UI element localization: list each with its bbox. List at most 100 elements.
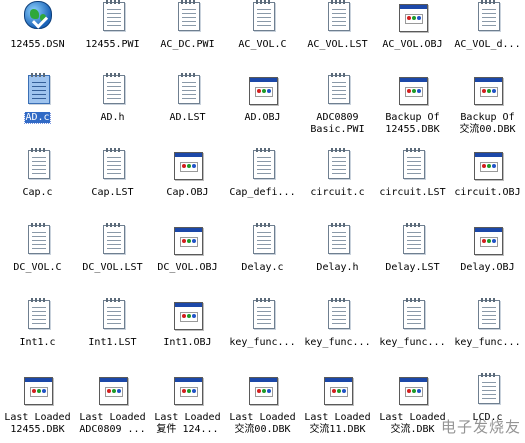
file-name-label: AD.h (100, 112, 125, 123)
file-item[interactable]: AD.h (75, 73, 150, 143)
file-name-label: key_func... (379, 337, 446, 348)
file-item[interactable]: Cap_defi... (225, 148, 300, 218)
file-name-label: Backup Of 12455.DBK (385, 112, 440, 135)
file-item[interactable]: AC_VOL.C (225, 0, 300, 70)
file-item[interactable]: Delay.h (300, 223, 375, 293)
file-name-label: DC_VOL.C (13, 262, 62, 273)
file-item[interactable]: Int1.c (0, 298, 75, 368)
file-name-label: AD.c (24, 112, 51, 124)
file-icon-grid: 12455.DSN 12455.PWI AC_DC.PWI AC_VOL.C AC_VO… (0, 0, 525, 439)
file-item[interactable]: Delay.OBJ (450, 223, 525, 293)
file-item[interactable]: DC_VOL.C (0, 223, 75, 293)
notepad-file-icon (22, 298, 54, 332)
file-name-label: Last Loaded 复件 124... (154, 412, 221, 435)
notepad-file-icon (172, 73, 204, 107)
obj-file-icon (172, 373, 204, 407)
file-name-label: 12455.PWI (85, 39, 140, 50)
file-item[interactable]: key_func... (300, 298, 375, 368)
notepad-file-icon (247, 223, 279, 257)
obj-file-icon (472, 148, 504, 182)
file-name-label: Delay.OBJ (460, 262, 515, 273)
file-item[interactable]: Last Loaded 交流00.DBK (225, 373, 300, 443)
obj-file-icon (247, 373, 279, 407)
notepad-file-icon (472, 0, 504, 34)
file-name-label: AD.OBJ (244, 112, 281, 123)
file-item[interactable]: DC_VOL.LST (75, 223, 150, 293)
obj-file-icon (397, 373, 429, 407)
obj-file-icon (472, 73, 504, 107)
notepad-file-icon (322, 73, 354, 107)
file-name-label: AC_VOL_d... (454, 39, 521, 50)
notepad-file-icon (22, 73, 54, 107)
file-item[interactable]: Cap.c (0, 148, 75, 218)
file-item[interactable]: Delay.LST (375, 223, 450, 293)
file-name-label: Last Loaded ADC0809 ... (79, 412, 146, 435)
file-item[interactable]: Last Loaded 复件 124... (150, 373, 225, 443)
file-item[interactable]: Last Loaded ADC0809 ... (75, 373, 150, 443)
file-name-label: Cap.c (22, 187, 53, 198)
file-item[interactable]: key_func... (225, 298, 300, 368)
file-name-label: Backup Of 交流00.DBK (459, 112, 516, 135)
file-item[interactable]: AC_DC.PWI (150, 0, 225, 70)
file-item[interactable]: key_func... (450, 298, 525, 368)
file-item[interactable]: circuit.OBJ (450, 148, 525, 218)
notepad-file-icon (472, 373, 504, 407)
file-item[interactable]: Int1.OBJ (150, 298, 225, 368)
file-item[interactable]: AD.c (0, 73, 75, 143)
file-item[interactable]: LCD.c (450, 373, 525, 443)
file-item[interactable]: AC_VOL.LST (300, 0, 375, 70)
file-item[interactable]: Backup Of 12455.DBK (375, 73, 450, 143)
file-item[interactable]: Last Loaded 交流.DBK (375, 373, 450, 443)
file-item[interactable]: 12455.DSN (0, 0, 75, 70)
file-name-label: Last Loaded 交流00.DBK (229, 412, 296, 435)
file-item[interactable]: circuit.c (300, 148, 375, 218)
obj-file-icon (397, 73, 429, 107)
file-name-label: Cap_defi... (229, 187, 296, 198)
file-name-label: Last Loaded 交流.DBK (379, 412, 446, 435)
notepad-file-icon (97, 298, 129, 332)
file-name-label: circuit.OBJ (454, 187, 521, 198)
file-name-label: DC_VOL.LST (82, 262, 143, 273)
file-item[interactable]: Backup Of 交流00.DBK (450, 73, 525, 143)
notepad-file-icon (247, 148, 279, 182)
file-name-label: ADC0809 Basic.PWI (310, 112, 365, 135)
notepad-file-icon (397, 298, 429, 332)
notepad-file-icon (97, 73, 129, 107)
file-name-label: DC_VOL.OBJ (157, 262, 218, 273)
file-item[interactable]: AC_VOL_d... (450, 0, 525, 70)
file-item[interactable]: Last Loaded 12455.DBK (0, 373, 75, 443)
file-item[interactable]: Int1.LST (75, 298, 150, 368)
obj-file-icon (172, 148, 204, 182)
file-name-label: Delay.c (241, 262, 284, 273)
file-item[interactable]: AD.LST (150, 73, 225, 143)
notepad-file-icon (322, 148, 354, 182)
dsn-file-icon (22, 0, 54, 34)
file-item[interactable]: AC_VOL.OBJ (375, 0, 450, 70)
file-name-label: Last Loaded 12455.DBK (4, 412, 71, 435)
file-name-label: key_func... (454, 337, 521, 348)
file-name-label: Cap.LST (91, 187, 134, 198)
file-item[interactable]: Cap.LST (75, 148, 150, 218)
notepad-file-icon (322, 298, 354, 332)
notepad-file-icon (472, 298, 504, 332)
file-name-label: AC_DC.PWI (160, 39, 215, 50)
notepad-file-icon (247, 0, 279, 34)
file-name-label: Int1.OBJ (163, 337, 212, 348)
file-item[interactable]: key_func... (375, 298, 450, 368)
file-item[interactable]: Delay.c (225, 223, 300, 293)
file-name-label: circuit.LST (379, 187, 446, 198)
file-item[interactable]: circuit.LST (375, 148, 450, 218)
file-item[interactable]: Last Loaded 交流11.DBK (300, 373, 375, 443)
notepad-file-icon (397, 148, 429, 182)
file-item[interactable]: Cap.OBJ (150, 148, 225, 218)
notepad-file-icon (397, 223, 429, 257)
obj-file-icon (247, 73, 279, 107)
file-name-label: 12455.DSN (10, 39, 65, 50)
file-name-label: Last Loaded 交流11.DBK (304, 412, 371, 435)
obj-file-icon (172, 223, 204, 257)
file-item[interactable]: 12455.PWI (75, 0, 150, 70)
file-item[interactable]: ADC0809 Basic.PWI (300, 73, 375, 143)
file-item[interactable]: AD.OBJ (225, 73, 300, 143)
obj-file-icon (322, 373, 354, 407)
file-item[interactable]: DC_VOL.OBJ (150, 223, 225, 293)
